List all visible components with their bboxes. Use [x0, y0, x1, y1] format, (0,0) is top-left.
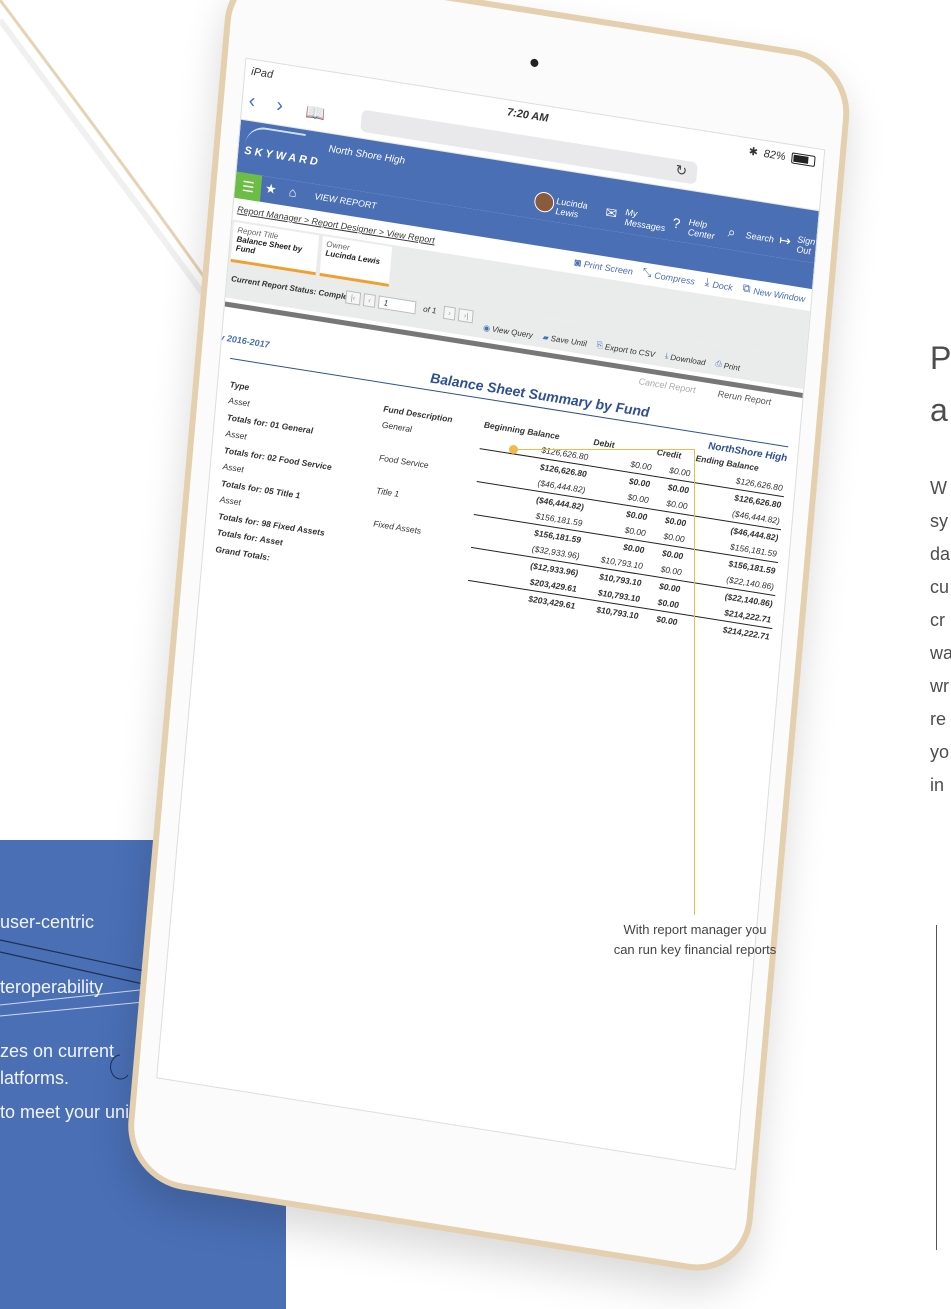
eye-icon: ◉ — [482, 322, 491, 333]
print-screen-label: Print Screen — [583, 258, 634, 277]
view-query-label: View Query — [491, 324, 534, 340]
callout-caption: With report manager you can run key fina… — [560, 920, 830, 960]
dock-label: Dock — [712, 278, 734, 293]
dock-icon: ⤓ — [704, 276, 711, 289]
search-link[interactable]: Search — [745, 230, 774, 244]
sign-out-icon[interactable]: ↦ — [779, 231, 792, 250]
export-csv-label: Export to CSV — [604, 341, 656, 359]
save-icon: ▰ — [542, 332, 550, 343]
download-button[interactable]: ⤓ Download — [664, 350, 706, 367]
export-icon: ⎘ — [596, 340, 604, 351]
report-body: ry 2016-2017 Balance Sheet Summary by Fu… — [203, 326, 801, 650]
bookmarks-icon[interactable]: 📖 — [305, 102, 326, 125]
feature-item: zes on current — [0, 1041, 115, 1061]
avatar[interactable] — [533, 190, 556, 214]
export-csv-button[interactable]: ⎘ Export to CSV — [596, 340, 655, 359]
reload-icon[interactable]: ↻ — [675, 161, 688, 180]
paragraph-line: in — [930, 775, 945, 795]
paragraph-line: da — [930, 544, 951, 564]
page-count: of 1 — [422, 304, 437, 316]
bluetooth-icon: ✱ — [748, 145, 759, 159]
clock: 7:20 AM — [506, 106, 549, 125]
callout-line — [514, 449, 695, 450]
view-query-button[interactable]: ◉ View Query — [483, 322, 533, 340]
callout-dot — [509, 445, 518, 454]
feature-item: latforms. — [0, 1068, 70, 1088]
paragraph-line: W — [930, 478, 947, 498]
vertical-divider — [936, 925, 937, 1250]
current-page-label: VIEW REPORT — [314, 191, 377, 211]
messages-link[interactable]: My Messages — [624, 207, 666, 233]
owner-card: Owner Lucinda Lewis — [319, 235, 393, 287]
favorites-icon[interactable]: ★ — [264, 180, 277, 198]
report-period: ry 2016-2017 — [215, 331, 270, 350]
battery-percent: 82% — [763, 147, 787, 163]
home-icon[interactable]: ⌂ — [288, 184, 297, 200]
compress-button[interactable]: ⤡ Compress — [642, 266, 695, 287]
paragraph-line: sy — [930, 511, 948, 531]
paragraph-line: re — [930, 709, 947, 729]
next-page-icon[interactable]: › — [442, 305, 457, 321]
section-heading-line-1: P — [930, 340, 951, 376]
camera-icon: ◙ — [573, 256, 582, 270]
callout-line-vertical — [694, 449, 695, 915]
back-icon[interactable]: ‹ — [248, 90, 257, 114]
rerun-report-button[interactable]: Rerun Report — [717, 389, 771, 407]
last-page-icon[interactable]: ›| — [458, 308, 474, 324]
dock-button[interactable]: ⤓ Dock — [704, 276, 733, 293]
battery-icon — [791, 152, 816, 168]
ipad-device: iPad 7:20 AM ✱ 82% ‹ › 📖 ↻ SKYWARD North… — [123, 0, 855, 1280]
section-paragraph: W sy da cu cr wa wr re yo in — [930, 472, 951, 802]
print-label: Print — [723, 360, 741, 373]
user-menu[interactable]: Lucinda Lewis — [555, 196, 588, 221]
battery-area: ✱ 82% — [748, 145, 816, 169]
paragraph-line: cr — [930, 610, 945, 630]
compress-icon: ⤡ — [642, 266, 652, 280]
cancel-report-button[interactable]: Cancel Report — [638, 376, 696, 395]
menu-icon[interactable]: ☰ — [234, 171, 263, 202]
page-input[interactable]: 1 — [378, 295, 417, 315]
save-until-label: Save Until — [550, 333, 588, 349]
download-icon: ⤓ — [664, 350, 669, 361]
feature-item: user-centric — [0, 912, 95, 932]
paragraph-line: wa — [930, 643, 951, 663]
forward-icon[interactable]: › — [275, 94, 284, 118]
help-center-link[interactable]: Help Center — [687, 217, 715, 241]
print-button[interactable]: ⎙ Print — [715, 359, 740, 373]
paragraph-line: yo — [930, 742, 950, 762]
section-heading: P a — [930, 332, 951, 436]
carrier-label: iPad — [250, 65, 274, 82]
section-heading-line-2: a — [930, 392, 948, 428]
first-page-icon[interactable]: |‹ — [345, 290, 361, 306]
envelope-icon[interactable]: ✉ — [605, 204, 618, 223]
prev-page-icon[interactable]: ‹ — [362, 293, 377, 309]
paragraph-line: cu — [930, 577, 950, 597]
feature-item: teroperability — [0, 977, 104, 997]
save-until-button[interactable]: ▰ Save Until — [542, 332, 587, 349]
paragraph-line: wr — [930, 676, 949, 696]
printer-icon: ⎙ — [715, 358, 723, 369]
sign-out-link[interactable]: Sign Out — [796, 234, 816, 257]
new-window-label: New Window — [752, 285, 806, 304]
search-icon[interactable]: ⌕ — [727, 223, 736, 241]
callout-line-1: With report manager you — [623, 922, 767, 937]
camera-icon — [530, 58, 539, 68]
download-label: Download — [669, 352, 706, 367]
compress-label: Compress — [653, 269, 696, 287]
ipad-screen: iPad 7:20 AM ✱ 82% ‹ › 📖 ↻ SKYWARD North… — [156, 57, 826, 1171]
new-window-icon: ⧉ — [742, 282, 752, 296]
school-name: North Shore High — [328, 143, 406, 167]
callout-line-2: can run key financial reports — [613, 942, 777, 957]
help-icon[interactable]: ? — [672, 214, 681, 231]
